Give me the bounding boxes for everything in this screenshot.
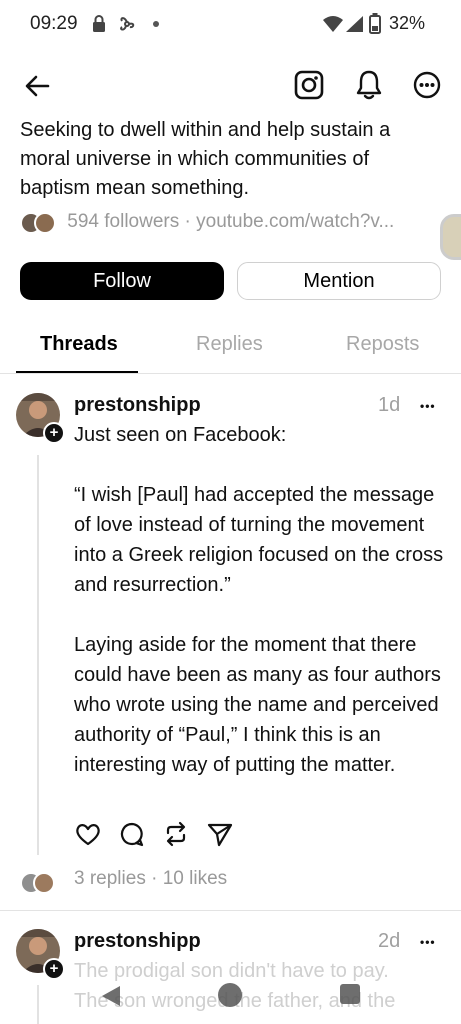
nav-back-button[interactable] — [98, 983, 124, 1009]
post-divider — [0, 910, 461, 911]
arrow-left-icon — [25, 75, 50, 97]
nav-home-button[interactable] — [218, 983, 242, 1007]
tab-divider — [0, 373, 461, 374]
post-time: 2d — [378, 930, 401, 952]
post-body[interactable]: Just seen on Facebook: “I wish [Paul] ha… — [74, 420, 454, 780]
likes-count[interactable]: 10 likes — [163, 868, 227, 889]
like-button[interactable] — [74, 820, 102, 848]
more-options-button[interactable] — [408, 66, 446, 104]
followers-row: 594 followers · youtube.com/watch?v... — [20, 210, 394, 238]
heart-icon — [76, 824, 100, 846]
more-horizontal-icon — [413, 71, 441, 99]
status-time: 09:29 — [30, 13, 78, 34]
status-bar: 09:29 32% — [0, 0, 461, 50]
instagram-icon — [294, 70, 324, 100]
bell-icon — [356, 70, 382, 100]
meta-separator: · — [184, 211, 191, 233]
nav-recents-button[interactable] — [340, 984, 360, 1004]
system-nav-bar — [0, 975, 461, 1024]
mention-button[interactable]: Mention — [237, 262, 441, 300]
battery-percent: 32% — [388, 13, 425, 33]
followers-count[interactable]: 594 followers — [67, 211, 179, 232]
repost-button[interactable] — [162, 820, 190, 848]
profile-bio: Seeking to dwell within and help sustain… — [20, 119, 391, 199]
follower-avatar — [34, 212, 56, 234]
share-button[interactable] — [206, 820, 234, 848]
floating-thumbnail[interactable] — [440, 214, 461, 260]
post-more-button[interactable]: ••• — [420, 935, 436, 949]
reply-button[interactable] — [118, 820, 146, 848]
notifications-button[interactable] — [350, 66, 388, 104]
replies-count[interactable]: 3 replies — [74, 868, 146, 889]
post-username[interactable]: prestonshipp — [74, 930, 201, 953]
post-actions — [74, 820, 254, 850]
stats-separator: · — [151, 868, 158, 889]
repost-icon — [166, 821, 186, 847]
reply-avatar — [33, 872, 55, 894]
tab-replies[interactable]: Replies — [196, 333, 263, 356]
thread-line — [37, 455, 39, 855]
send-icon — [207, 823, 233, 847]
post-more-button[interactable]: ••• — [420, 399, 436, 413]
post-username[interactable]: prestonshipp — [74, 394, 201, 417]
reply-avatars — [20, 870, 60, 894]
profile-link[interactable]: youtube.com/watch?v... — [196, 211, 394, 232]
follower-avatars — [20, 210, 62, 234]
tab-reposts[interactable]: Reposts — [346, 333, 419, 356]
back-button[interactable] — [20, 68, 56, 104]
instagram-button[interactable] — [290, 66, 328, 104]
post-time: 1d — [378, 394, 401, 416]
notification-dot-icon — [153, 21, 159, 27]
comment-icon — [120, 822, 144, 847]
triangle-back-icon — [102, 986, 120, 1006]
tab-threads[interactable]: Threads — [40, 333, 118, 356]
follow-button[interactable]: Follow — [20, 262, 224, 300]
post-stats: 3 replies · 10 likes — [74, 868, 227, 890]
follow-plus-badge[interactable]: + — [43, 422, 65, 444]
